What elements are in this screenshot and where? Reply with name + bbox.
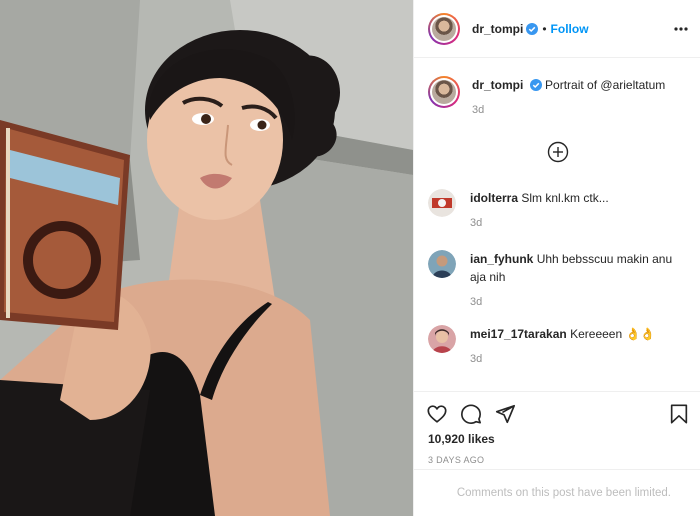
follow-button[interactable]: Follow	[551, 22, 589, 36]
comment-username[interactable]: idolterra	[470, 191, 518, 205]
share-icon[interactable]	[494, 403, 516, 425]
comment-text: Kereeeen 👌👌	[570, 327, 656, 341]
plus-circle-icon[interactable]	[547, 141, 569, 163]
comment-body: idolterra Slm knl.km ctk... 3d	[470, 189, 688, 232]
heart-icon[interactable]	[426, 403, 448, 425]
commenter-avatar[interactable]	[428, 325, 456, 353]
instagram-post: dr_tompi • Follow dr_tompi Portrait of @…	[0, 0, 700, 516]
comment-body: ian_fyhunk Uhh bebsscuu makin anu aja ni…	[470, 250, 688, 311]
caption-text: Portrait of @arieltatum	[545, 78, 666, 92]
post-side-panel: dr_tompi • Follow dr_tompi Portrait of @…	[413, 0, 700, 516]
caption-username[interactable]: dr_tompi	[472, 78, 523, 92]
commenter-avatar[interactable]	[428, 250, 456, 278]
like-count[interactable]: 10,920 likes	[428, 432, 495, 446]
header-username[interactable]: dr_tompi	[472, 22, 523, 36]
portrait-photo	[0, 0, 413, 516]
header-separator: •	[542, 21, 547, 36]
comment-time[interactable]: 3d	[470, 293, 688, 311]
comment-username[interactable]: ian_fyhunk	[470, 252, 533, 266]
more-options-icon[interactable]	[673, 21, 689, 37]
comments-section[interactable]: dr_tompi Portrait of @arieltatum 3d idol…	[414, 58, 700, 390]
post-photo[interactable]	[0, 0, 413, 516]
caption-body: dr_tompi Portrait of @arieltatum 3d	[472, 76, 665, 119]
comment-item: ian_fyhunk Uhh bebsscuu makin anu aja ni…	[428, 250, 688, 311]
caption-time[interactable]: 3d	[472, 101, 665, 119]
commenter-avatar[interactable]	[428, 189, 456, 217]
header-user: dr_tompi • Follow	[472, 22, 589, 36]
comment-item: mei17_17tarakan Kereeeen 👌👌 3d	[428, 325, 688, 368]
verified-badge-icon	[526, 22, 539, 35]
comment-time[interactable]: 3d	[470, 214, 688, 232]
comment-text: Slm knl.km ctk...	[521, 191, 609, 205]
comment-username[interactable]: mei17_17tarakan	[470, 327, 567, 341]
post-actions: 10,920 likes 3 DAYS AGO	[414, 391, 700, 469]
comments-limited-notice: Comments on this post have been limited.	[414, 469, 700, 516]
comment-icon[interactable]	[460, 403, 482, 425]
bookmark-icon[interactable]	[668, 403, 690, 425]
post-date[interactable]: 3 DAYS AGO	[428, 455, 484, 465]
post-caption: dr_tompi Portrait of @arieltatum 3d	[428, 76, 665, 119]
comment-item: idolterra Slm knl.km ctk... 3d	[428, 189, 688, 232]
caption-avatar[interactable]	[428, 76, 460, 108]
verified-badge-icon	[529, 79, 542, 91]
comment-body: mei17_17tarakan Kereeeen 👌👌 3d	[470, 325, 688, 368]
avatar[interactable]	[428, 12, 460, 45]
post-header: dr_tompi • Follow	[414, 0, 700, 58]
comment-time[interactable]: 3d	[470, 350, 688, 368]
